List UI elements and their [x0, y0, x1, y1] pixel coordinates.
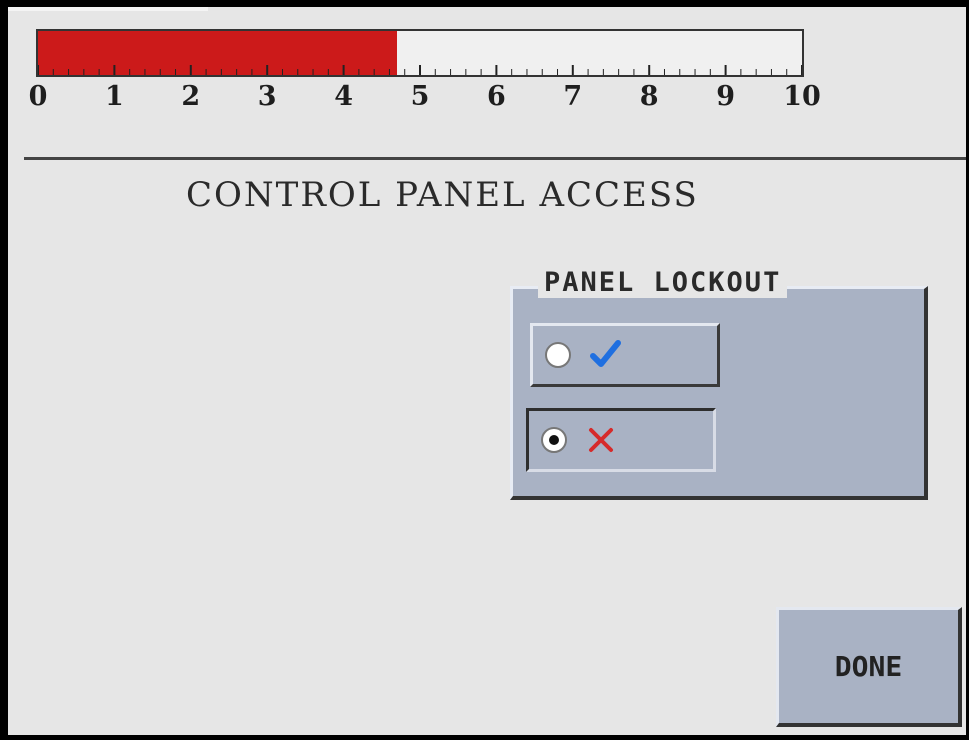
scale-labels: 0 1 2 3 4 5 6 7 8 9 10 [8, 81, 828, 121]
scale-label: 6 [486, 81, 506, 112]
scale-label: 3 [257, 81, 277, 112]
scale-label: 8 [639, 81, 659, 112]
checkmark-icon [590, 340, 621, 367]
page-title: CONTROL PANEL ACCESS [186, 175, 699, 215]
header-divider [24, 157, 966, 160]
radio-selected[interactable] [541, 427, 567, 453]
scale-label: 5 [410, 81, 430, 112]
scale-label: 7 [563, 81, 583, 112]
scale-ticks [38, 65, 802, 75]
lockout-disable-option[interactable] [526, 408, 716, 472]
radio-dot [549, 435, 559, 445]
progress-scale [36, 29, 804, 77]
radio-unselected[interactable] [545, 342, 571, 368]
scale-label: 4 [334, 81, 353, 112]
scale-label: 1 [104, 81, 124, 112]
scale-label: 10 [783, 81, 821, 112]
panel-lockout-title: PANEL LOCKOUT [538, 267, 788, 298]
scale-label: 2 [181, 81, 201, 112]
scale-label: 0 [28, 81, 48, 112]
lockout-enable-option[interactable] [530, 323, 720, 387]
x-mark-icon [589, 428, 613, 452]
scale-label: 9 [716, 81, 735, 112]
top-edge-highlight [8, 7, 208, 11]
touch-screen: 0 1 2 3 4 5 6 7 8 9 10 CONTROL PANEL ACCESS PANEL … [8, 7, 966, 735]
done-button[interactable]: DONE [776, 607, 962, 727]
